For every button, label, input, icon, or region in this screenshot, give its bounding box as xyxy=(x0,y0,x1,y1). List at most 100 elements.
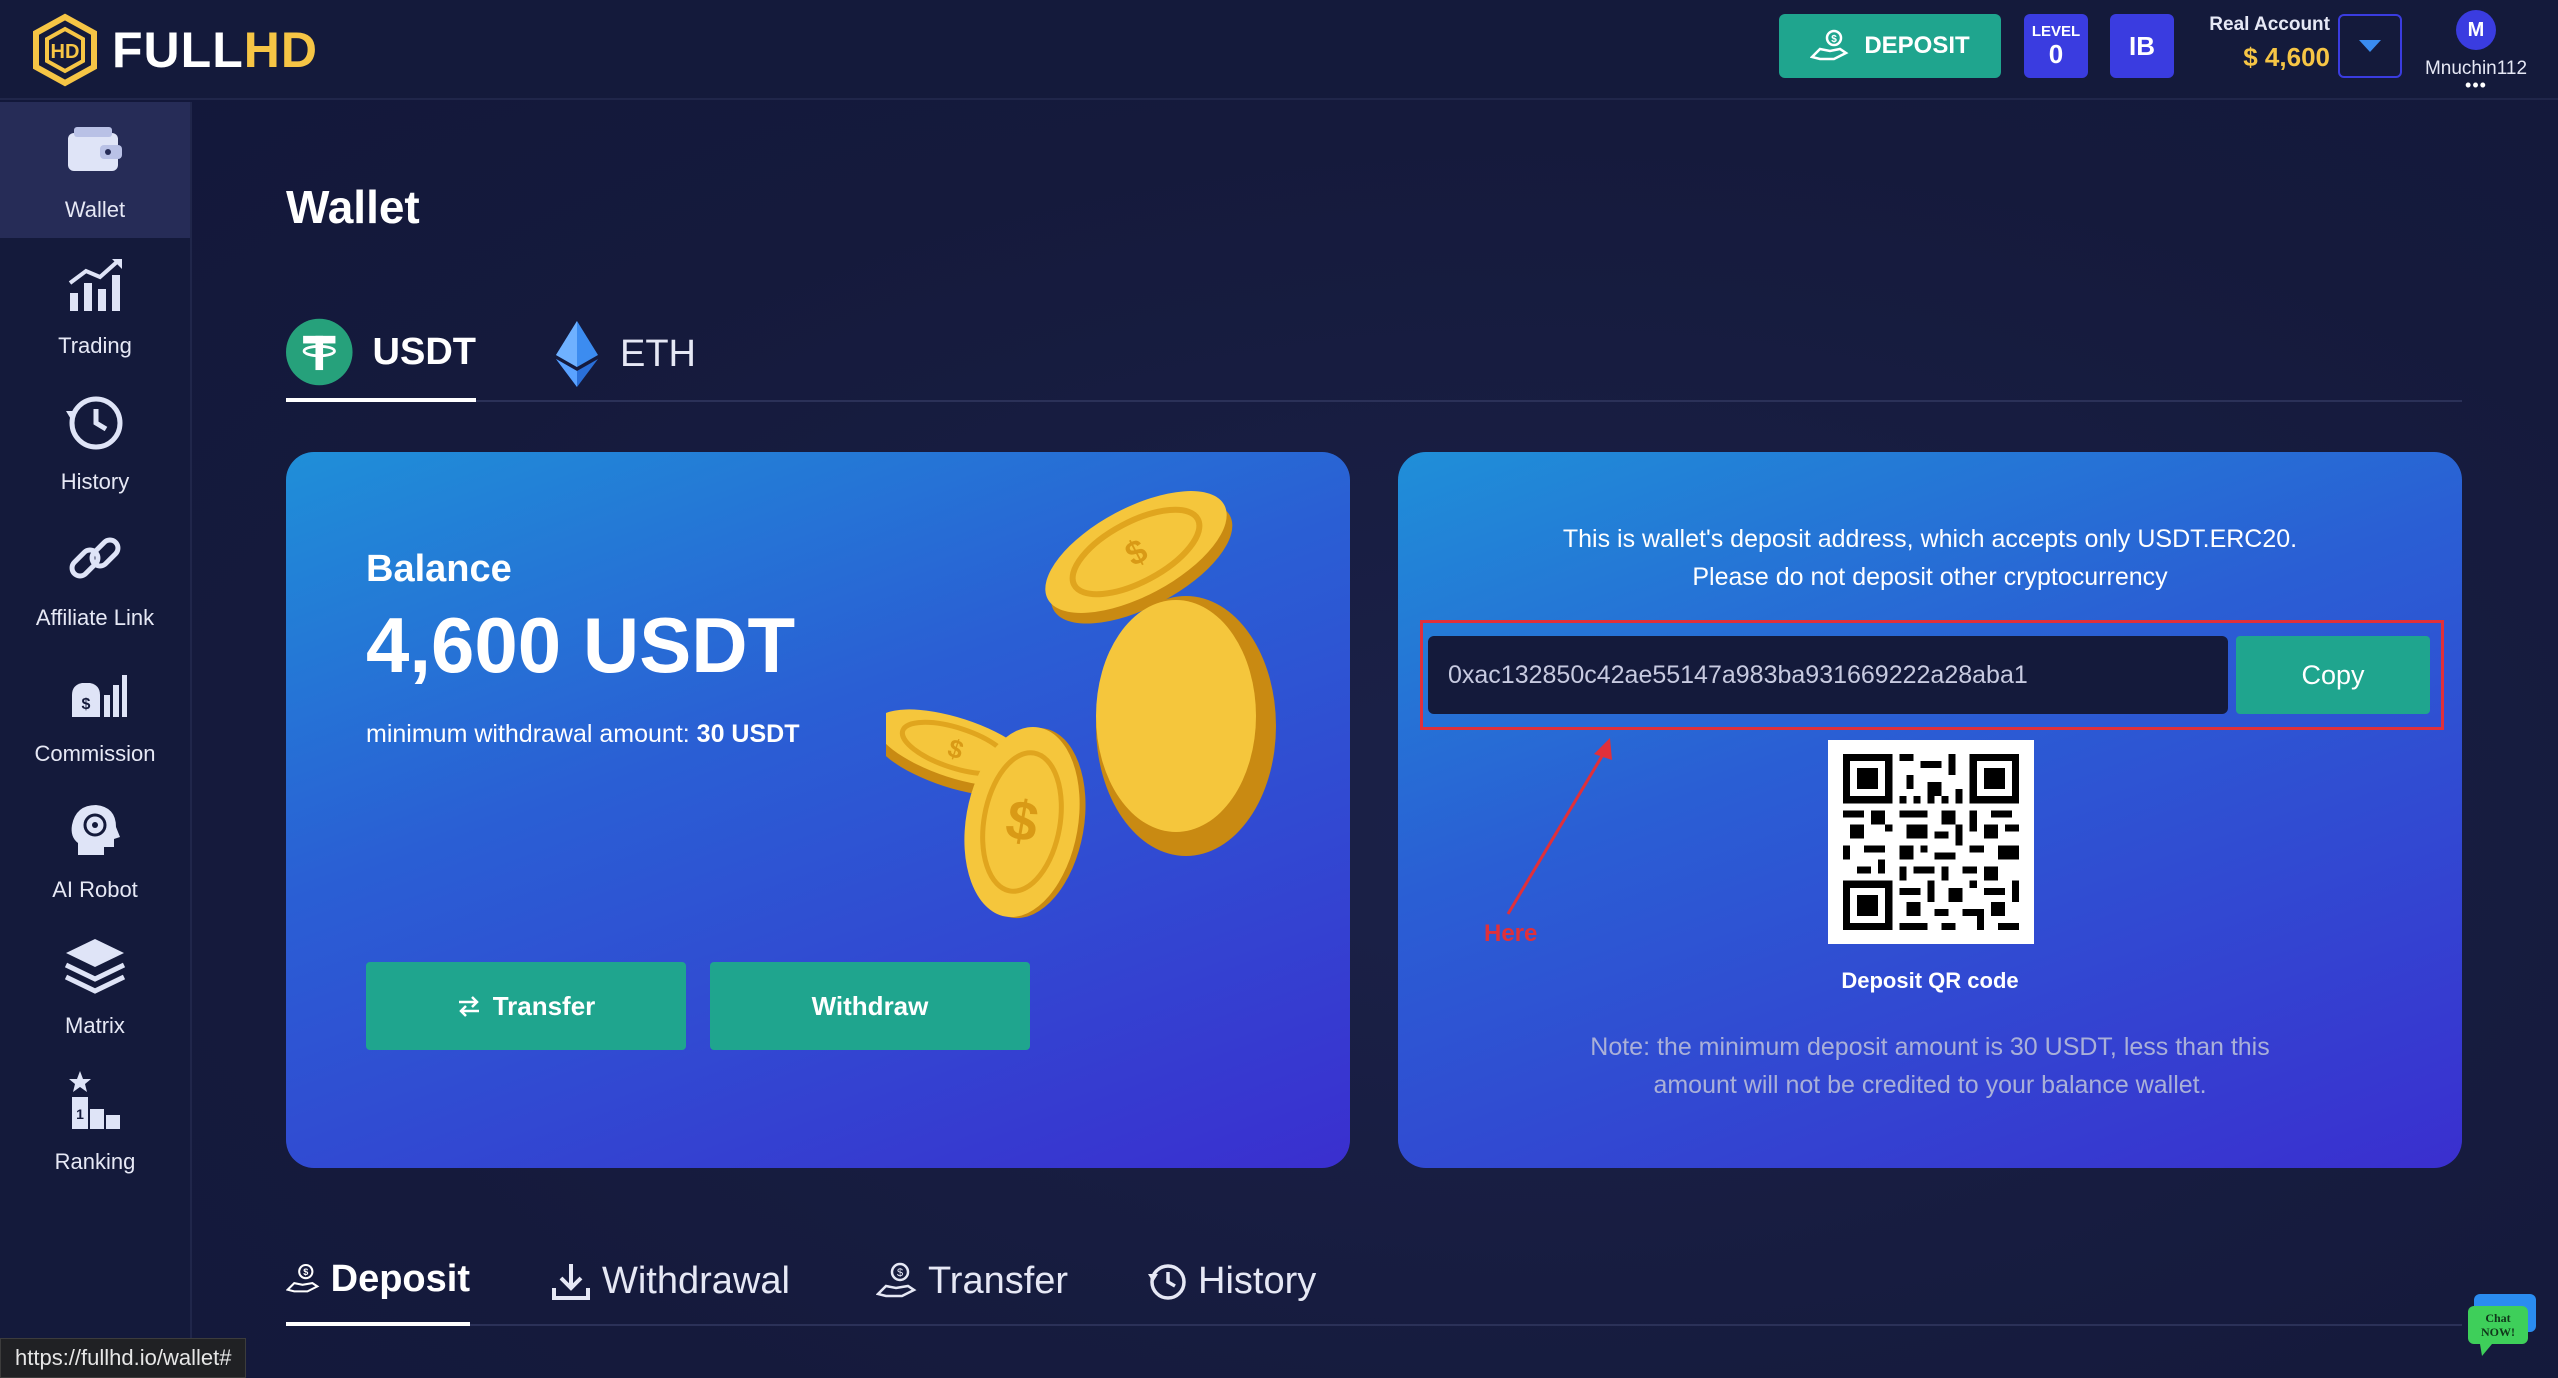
tab-eth[interactable]: ETH xyxy=(554,306,714,402)
account-dropdown-button[interactable] xyxy=(2338,14,2402,78)
coin-tabs: USDT ETH xyxy=(286,306,2462,402)
ranking-icon: 1 xyxy=(69,1071,120,1129)
tab-transfer-label: Transfer xyxy=(928,1259,1069,1302)
tab-withdrawal-label: Withdrawal xyxy=(602,1259,790,1302)
wallet-action-tabs: $ Deposit Withdrawal $ Transfer History xyxy=(286,1236,2462,1326)
ib-button[interactable]: IB xyxy=(2110,14,2174,78)
transfer-arrows-icon xyxy=(458,996,479,1017)
balance-label: Balance xyxy=(366,548,512,590)
trading-chart-icon xyxy=(68,259,122,311)
deposit-address-card: This is wallet's deposit address, which … xyxy=(1398,452,2462,1168)
deposit-button-label: DEPOSIT xyxy=(1864,32,1970,59)
sidebar-item-commission[interactable]: $ Commission xyxy=(0,646,190,782)
chevron-down-icon xyxy=(2359,40,2381,52)
copy-button-label: Copy xyxy=(2301,659,2365,690)
deposit-button[interactable]: $ DEPOSIT xyxy=(1779,14,2001,78)
deposit-address-info: This is wallet's deposit address, which … xyxy=(1398,520,2462,596)
account-type-label: Real Account xyxy=(2209,14,2330,35)
balance-card: Balance 4,600 USDT minimum withdrawal am… xyxy=(286,452,1350,1168)
minimum-withdrawal-value: 30 USDT xyxy=(696,720,800,748)
minimum-withdrawal: minimum withdrawal amount: 30 USDT xyxy=(366,720,799,749)
level-value: 0 xyxy=(2048,39,2064,70)
sidebar-item-label: Ranking xyxy=(54,1149,136,1174)
sidebar-item-history[interactable]: History xyxy=(0,374,190,510)
deposit-qr-code[interactable] xyxy=(1828,740,2034,944)
sidebar-item-label: Matrix xyxy=(65,1013,125,1038)
sidebar-item-label: Wallet xyxy=(64,197,126,222)
deposit-note-line-1: Note: the minimum deposit amount is 30 U… xyxy=(1590,1033,2270,1061)
minimum-withdrawal-label: minimum withdrawal amount: xyxy=(366,720,690,748)
matrix-layers-icon xyxy=(64,939,126,994)
sidebar-item-matrix[interactable]: Matrix xyxy=(0,918,190,1054)
deposit-info-line-1: This is wallet's deposit address, which … xyxy=(1562,525,2298,553)
logo-text: FULLHD xyxy=(112,22,318,78)
qr-code-icon xyxy=(1843,754,2019,930)
svg-text:$: $ xyxy=(1832,34,1838,45)
page-title: Wallet xyxy=(286,181,420,233)
deposit-hand-icon: $ xyxy=(286,1263,320,1293)
balance-value: 4,600 USDT xyxy=(366,601,796,689)
fullhd-logo-icon: HD xyxy=(33,13,97,87)
sidebar-item-label: History xyxy=(60,469,130,494)
sidebar-item-label: AI Robot xyxy=(52,877,138,902)
tab-transfer[interactable]: $ Transfer xyxy=(876,1236,1076,1326)
ib-label: IB xyxy=(2129,30,2155,61)
qr-code-label: Deposit QR code xyxy=(1841,968,2019,993)
logo[interactable]: HD FULLHD xyxy=(28,10,318,90)
more-dots-icon: ••• xyxy=(2465,75,2487,95)
annotation-arrow-icon xyxy=(1506,738,1612,915)
wallet-icon xyxy=(68,127,122,171)
chat-widget-line-2: NOW! xyxy=(2481,1325,2515,1339)
deposit-note: Note: the minimum deposit amount is 30 U… xyxy=(1398,1028,2462,1104)
svg-text:$: $ xyxy=(897,1267,903,1279)
ethereum-icon xyxy=(556,321,598,387)
tether-icon xyxy=(286,318,353,386)
link-icon xyxy=(69,537,121,579)
history-icon xyxy=(1148,1264,1186,1300)
sidebar: Wallet Trading History Affiliate Link $ … xyxy=(0,102,192,1378)
avatar: M xyxy=(2456,10,2496,50)
annotation-label: Here xyxy=(1484,920,1538,947)
top-bar: HD FULLHD $ DEPOSIT LEVEL 0 IB Real Acco… xyxy=(0,0,2558,100)
account-summary[interactable]: Real Account $ 4,600 xyxy=(2188,14,2330,78)
sidebar-item-ai-robot[interactable]: AI Robot xyxy=(0,782,190,918)
tab-withdrawal[interactable]: Withdrawal xyxy=(550,1236,800,1326)
svg-text:$: $ xyxy=(303,1267,308,1277)
chat-widget-line-1: Chat xyxy=(2485,1311,2510,1325)
tab-eth-label: ETH xyxy=(620,332,696,375)
transfer-button[interactable]: Transfer xyxy=(366,962,686,1050)
copy-button[interactable]: Copy xyxy=(2236,636,2430,714)
sidebar-item-ranking[interactable]: 1 Ranking xyxy=(0,1054,190,1190)
tab-usdt[interactable]: USDT xyxy=(286,306,476,402)
level-label: LEVEL xyxy=(2031,23,2081,41)
account-balance: $ 4,600 xyxy=(2243,42,2330,72)
deposit-address-value: 0xac132850c42ae55147a983ba931669222a28ab… xyxy=(1448,660,2028,689)
gold-coins-illustration: $ $ $ xyxy=(886,491,1276,919)
sidebar-item-affiliate-link[interactable]: Affiliate Link xyxy=(0,510,190,646)
user-menu[interactable]: M Mnuchin112 ••• xyxy=(2420,10,2532,94)
sidebar-item-label: Commission xyxy=(34,741,156,766)
deposit-hand-icon: $ xyxy=(1810,29,1849,61)
sidebar-item-label: Affiliate Link xyxy=(35,605,155,630)
commission-icon: $ xyxy=(72,675,127,717)
sidebar-item-trading[interactable]: Trading xyxy=(0,238,190,374)
tab-usdt-label: USDT xyxy=(372,330,476,373)
tab-history[interactable]: History xyxy=(1146,1236,1336,1326)
deposit-note-line-2: amount will not be credited to your bala… xyxy=(1653,1071,2207,1099)
sidebar-item-wallet[interactable]: Wallet xyxy=(0,102,190,238)
tab-deposit[interactable]: $ Deposit xyxy=(286,1236,470,1326)
deposit-address-field[interactable]: 0xac132850c42ae55147a983ba931669222a28ab… xyxy=(1428,636,2228,714)
status-bar-url: https://fullhd.io/wallet# xyxy=(0,1338,247,1378)
transfer-button-label: Transfer xyxy=(492,990,596,1021)
chat-widget[interactable]: Chat NOW! xyxy=(2466,1290,2538,1360)
ai-robot-icon xyxy=(71,805,120,855)
tab-deposit-label: Deposit xyxy=(330,1257,470,1300)
history-icon xyxy=(66,396,123,450)
svg-text:1: 1 xyxy=(76,1106,84,1122)
svg-text:$: $ xyxy=(82,696,91,713)
page: HD FULLHD $ DEPOSIT LEVEL 0 IB Real Acco… xyxy=(0,0,2558,1378)
download-icon xyxy=(552,1264,590,1300)
level-badge[interactable]: LEVEL 0 xyxy=(2024,14,2088,78)
transfer-hand-icon: $ xyxy=(876,1262,917,1298)
tab-history-label: History xyxy=(1198,1259,1317,1302)
